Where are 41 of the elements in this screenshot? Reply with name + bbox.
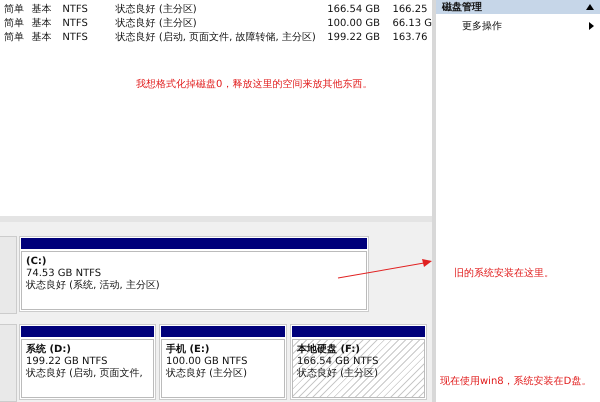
partition-block[interactable]: 手机 (E:) 100.00 GB NTFS 状态良好 (主分区) — [159, 324, 287, 400]
table-cell-text: 基本 — [32, 30, 53, 44]
table-cell-text: 100.00 GB — [327, 18, 381, 28]
table-cell-text: 状态良好 (主分区) — [116, 16, 198, 30]
actions-header[interactable]: 磁盘管理 — [436, 0, 600, 14]
table-cell-text: 166.25 — [392, 4, 428, 14]
partition-name: (C:) — [26, 256, 48, 268]
partition-name: 系统 (D:) — [26, 344, 72, 356]
table-cell-text: NTFS — [62, 4, 89, 14]
partition-size: 166.54 GB NTFS — [297, 356, 380, 368]
table-cell-text: 基本 — [32, 2, 53, 16]
table-cell-text: 基本 — [32, 16, 53, 30]
collapse-arrow-icon — [586, 4, 594, 10]
table-cell-text: 199.22 GB — [327, 32, 381, 42]
partition-status: 状态良好 (启动, 页面文件, — [26, 368, 144, 380]
table-cell-text: 163.76 — [392, 32, 428, 42]
annotation-text: 旧的系统安装在这里。 — [454, 266, 555, 280]
table-cell: 66.13 G — [392, 18, 432, 28]
partition-name: 本地硬盘 (F:) — [297, 344, 361, 356]
partition-block[interactable]: (C:) 74.53 GB NTFS 状态良好 (系统, 活动, 主分区) — [19, 236, 369, 312]
partition-status: 状态良好 (主分区) — [297, 368, 379, 380]
table-cell-text: NTFS — [62, 18, 89, 28]
table-cell-text: 简单 — [3, 30, 25, 44]
partition-status: 状态良好 (系统, 活动, 主分区) — [26, 280, 161, 292]
partition-status: 状态良好 (主分区) — [166, 368, 248, 380]
partition-size: 100.00 GB NTFS — [166, 356, 248, 368]
submenu-arrow-icon — [589, 22, 594, 30]
annotation-text: 现在使用win8，系统安装在D盘。 — [440, 374, 592, 388]
partition-size: 199.22 GB NTFS — [26, 356, 108, 368]
partition-name: 手机 (E:) — [166, 344, 210, 356]
table-cell-text: NTFS — [62, 32, 89, 42]
table-cell-text: 状态良好 (启动, 页面文件, 故障转储, 主分区) — [116, 30, 317, 44]
table-cell-text: 状态良好 (主分区) — [116, 2, 198, 16]
more-actions-item[interactable]: 更多操作 — [436, 14, 600, 33]
partition-block[interactable]: 系统 (D:) 199.22 GB NTFS 状态良好 (启动, 页面文件, — [19, 324, 156, 400]
partition-block[interactable]: 本地硬盘 (F:) 166.54 GB NTFS 状态良好 (主分区) — [290, 324, 427, 400]
table-cell-text: 166.54 GB — [327, 4, 381, 14]
table-cell-text: 简单 — [3, 16, 25, 30]
partition-size: 74.53 GB NTFS — [26, 268, 102, 280]
annotation-text: 我想格式化掉磁盘0，释放这里的空间来放其他东西。 — [136, 78, 374, 91]
table-cell-text: 简单 — [3, 2, 25, 16]
